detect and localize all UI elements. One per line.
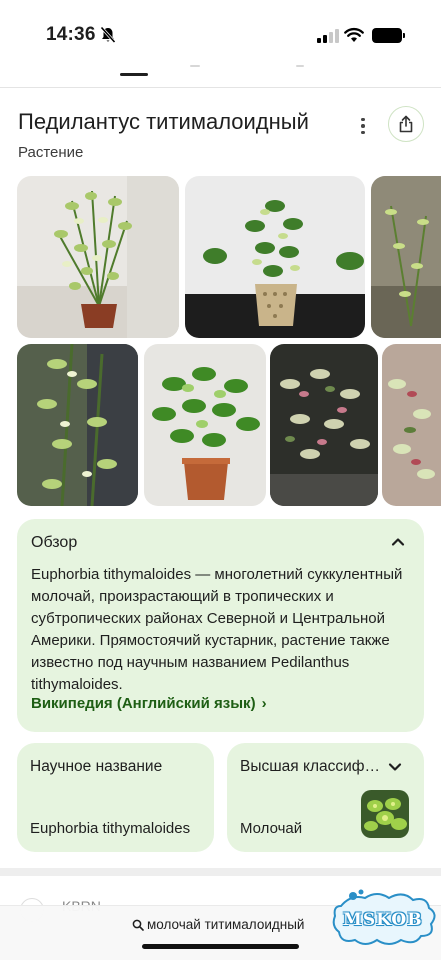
battery-tip: [403, 33, 405, 38]
chevron-up-icon[interactable]: [389, 533, 407, 551]
bell-muted-icon: [100, 26, 116, 44]
classification-thumbnail[interactable]: [361, 790, 409, 838]
wikipedia-source-link[interactable]: Википедия (Английский язык) ›: [31, 695, 267, 712]
home-indicator[interactable]: [142, 944, 299, 949]
scientific-name-label: Научное название: [30, 758, 163, 775]
share-button[interactable]: [388, 106, 424, 142]
more-options-button[interactable]: [352, 114, 374, 138]
search-icon: [132, 919, 144, 931]
scientific-name-card[interactable]: Научное название Euphorbia tithymaloides: [17, 743, 214, 852]
share-icon: [399, 115, 413, 133]
overview-description: Euphorbia tithymaloides — многолетний су…: [31, 566, 403, 693]
search-query-pill[interactable]: молочай титималоидный: [132, 917, 304, 932]
wikipedia-link-label[interactable]: Википедия (Английский язык): [31, 695, 256, 712]
plant-photo-7[interactable]: [382, 344, 441, 506]
cellular-signal-icon: [317, 29, 339, 43]
higher-classification-card[interactable]: Высшая классиф… Молочай: [227, 743, 424, 852]
status-bar: 14:36: [0, 0, 441, 62]
watermark-text: MSKOB: [343, 910, 423, 930]
plant-photo-3[interactable]: [371, 176, 441, 338]
battery-icon: [372, 28, 402, 43]
higher-classification-label: Высшая классиф…: [240, 758, 381, 775]
plant-photo-5[interactable]: [144, 344, 266, 506]
tab-strip[interactable]: [0, 62, 441, 88]
search-query-text[interactable]: молочай титималоидный: [147, 917, 304, 932]
higher-classification-value: Молочай: [240, 820, 303, 837]
overview-card: Обзор Euphorbia tithymaloides — многолет…: [17, 519, 424, 732]
active-tab-indicator: [120, 73, 148, 76]
chevron-down-icon[interactable]: [387, 759, 403, 775]
plant-photo-6[interactable]: [270, 344, 378, 506]
plant-photo-1[interactable]: [17, 176, 179, 338]
plant-photo-4[interactable]: [17, 344, 138, 506]
tab-hint: [190, 65, 200, 67]
more-vert-icon: [361, 117, 365, 122]
chevron-right-icon: ›: [261, 695, 267, 712]
scientific-name-value: Euphorbia tithymaloides: [30, 820, 191, 837]
plant-photo-2[interactable]: [185, 176, 365, 338]
entity-title: Педилантус титималоидный: [18, 109, 309, 134]
tab-hint: [296, 65, 304, 67]
overview-heading: Обзор: [31, 534, 78, 551]
status-time: 14:36: [46, 24, 96, 45]
mskob-watermark-logo: MSKOB: [331, 888, 439, 952]
entity-subtitle: Растение: [18, 144, 84, 161]
wifi-icon: [344, 28, 364, 42]
section-divider: [0, 868, 441, 876]
